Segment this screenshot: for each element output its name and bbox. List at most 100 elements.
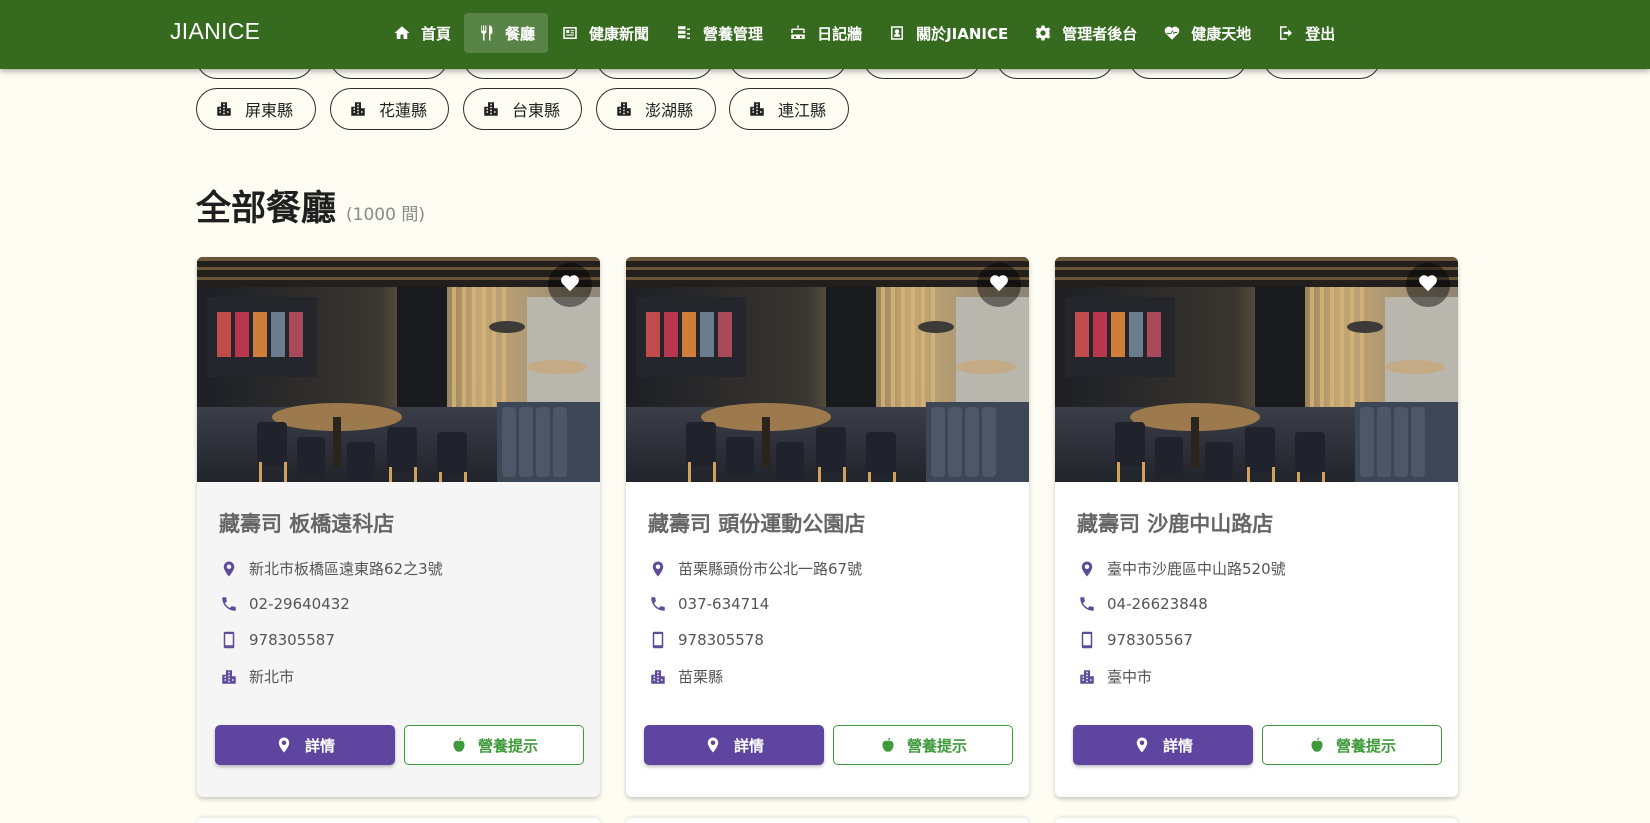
city-icon (482, 100, 500, 118)
map-pin-icon (219, 559, 239, 579)
city-icon (648, 667, 668, 687)
city-icon (1077, 667, 1097, 687)
city-text: 臺中市 (1107, 668, 1153, 686)
restaurant-card[interactable]: 藏壽司 沙鹿中山路店 臺中市沙鹿區中山路520號 04-26623848 978… (1055, 257, 1458, 797)
mobile-icon (648, 630, 668, 650)
nav-item-nutrition[interactable]: 營養管理 (662, 13, 776, 53)
city-row: 苗栗縣 (648, 666, 723, 687)
mobile-text: 978305567 (1107, 631, 1193, 649)
nav-item-health-news[interactable]: 健康新聞 (548, 13, 662, 53)
nutrition-tips-button[interactable]: 營養提示 (1262, 725, 1442, 765)
nutrition-tips-button[interactable]: 營養提示 (404, 725, 584, 765)
restaurant-card-next[interactable] (626, 818, 1029, 823)
map-pin-icon (1077, 559, 1097, 579)
apple-icon (879, 736, 897, 754)
favorite-button[interactable] (1406, 263, 1450, 307)
gear-icon (1034, 24, 1052, 42)
section-header: 全部餐廳 (1000 間) (196, 180, 425, 231)
city-text: 新北市 (249, 668, 295, 686)
chip-label: 屏東縣 (245, 101, 294, 120)
chip-label: 台東縣 (512, 101, 561, 120)
city-icon (615, 100, 633, 118)
city-icon (215, 100, 233, 118)
home-icon (393, 24, 411, 42)
heart-icon (988, 272, 1010, 298)
nav-item-label: 管理者後台 (1062, 24, 1138, 43)
address-text: 新北市板橋區遠東路62之3號 (249, 560, 443, 578)
brand-logo[interactable]: JIANICE (170, 18, 260, 45)
mobile-row: 978305567 (1077, 630, 1193, 650)
details-button[interactable]: 詳情 (215, 725, 395, 765)
map-pin-icon (704, 736, 722, 754)
restaurant-photo[interactable] (1055, 257, 1458, 482)
phone-icon (1077, 594, 1097, 614)
nutrition-tips-label: 營養提示 (906, 736, 967, 755)
favorite-button[interactable] (977, 263, 1021, 307)
city-chip-hualien[interactable]: 花蓮縣 (330, 88, 449, 130)
nav-item-label: 健康新聞 (589, 24, 650, 43)
restaurant-card-next[interactable] (197, 818, 600, 823)
details-label: 詳情 (1162, 736, 1193, 755)
nav-menu: 首頁 餐廳 健康新聞 營養管理 日記牆 關於JIANICE 管理者後台 健康天地… (380, 13, 1348, 53)
phone-row: 02-29640432 (219, 594, 350, 614)
restaurant-photo[interactable] (626, 257, 1029, 482)
nav-item-label: 關於JIANICE (916, 24, 1009, 43)
phone-text: 04-26623848 (1107, 595, 1208, 613)
nav-item-diary[interactable]: 日記牆 (776, 13, 875, 53)
restaurant-card-next[interactable] (1055, 818, 1458, 823)
mobile-row: 978305587 (219, 630, 335, 650)
nav-item-admin[interactable]: 管理者後台 (1021, 13, 1150, 53)
details-button[interactable]: 詳情 (1073, 725, 1253, 765)
restaurant-card[interactable]: 藏壽司 頭份運動公園店 苗栗縣頭份市公北一路67號 037-634714 978… (626, 257, 1029, 797)
restaurant-name: 藏壽司 沙鹿中山路店 (1077, 512, 1274, 536)
nav-item-health-world[interactable]: 健康天地 (1150, 13, 1264, 53)
nutrition-tips-button[interactable]: 營養提示 (833, 725, 1013, 765)
nav-item-logout[interactable]: 登出 (1264, 13, 1348, 53)
id-card-icon (888, 24, 906, 42)
chip-label: 連江縣 (778, 101, 827, 120)
city-chip-penghu[interactable]: 澎湖縣 (596, 88, 716, 130)
details-label: 詳情 (304, 736, 335, 755)
city-chip-lienchiang[interactable]: 連江縣 (729, 88, 849, 130)
details-button[interactable]: 詳情 (644, 725, 824, 765)
city-icon (219, 667, 239, 687)
chip-label: 澎湖縣 (645, 101, 694, 120)
apple-icon (1308, 736, 1326, 754)
nav-item-label: 首頁 (421, 24, 452, 43)
phone-text: 037-634714 (678, 595, 770, 613)
mobile-icon (219, 630, 239, 650)
favorite-button[interactable] (548, 263, 592, 307)
city-row: 臺中市 (1077, 666, 1152, 687)
restaurant-photo[interactable] (197, 257, 600, 482)
nav-item-home[interactable]: 首頁 (380, 13, 464, 53)
mobile-row: 978305578 (648, 630, 764, 650)
nav-item-label: 營養管理 (703, 24, 764, 43)
details-label: 詳情 (733, 736, 764, 755)
map-pin-icon (648, 559, 668, 579)
chip-label: 花蓮縣 (379, 101, 428, 120)
city-text: 苗栗縣 (678, 668, 724, 686)
city-chip-pingtung[interactable]: 屏東縣 (196, 88, 316, 130)
restaurant-count: (1000 間) (346, 205, 425, 225)
nav-item-about[interactable]: 關於JIANICE (875, 13, 1021, 53)
newspaper-icon (561, 24, 579, 42)
address-text: 臺中市沙鹿區中山路520號 (1107, 560, 1286, 578)
restaurant-name: 藏壽司 頭份運動公園店 (648, 512, 866, 536)
heart-icon (1417, 272, 1439, 298)
phone-text: 02-29640432 (249, 595, 350, 613)
logout-icon (1277, 24, 1295, 42)
restaurant-card[interactable]: 藏壽司 板橋遠科店 新北市板橋區遠東路62之3號 02-29640432 978… (197, 257, 600, 797)
list-icon (675, 24, 693, 42)
city-chip-taitung[interactable]: 台東縣 (463, 88, 582, 130)
nav-item-label: 餐廳 (505, 24, 536, 43)
utensils-icon (477, 24, 495, 42)
address-row: 臺中市沙鹿區中山路520號 (1077, 558, 1286, 579)
nav-item-restaurants[interactable]: 餐廳 (464, 13, 549, 53)
apple-icon (450, 736, 468, 754)
nav-item-label: 日記牆 (817, 24, 863, 43)
nutrition-tips-label: 營養提示 (1335, 736, 1396, 755)
mobile-text: 978305587 (249, 631, 335, 649)
city-row: 新北市 (219, 666, 294, 687)
nav-item-label: 健康天地 (1191, 24, 1252, 43)
address-text: 苗栗縣頭份市公北一路67號 (678, 560, 863, 578)
